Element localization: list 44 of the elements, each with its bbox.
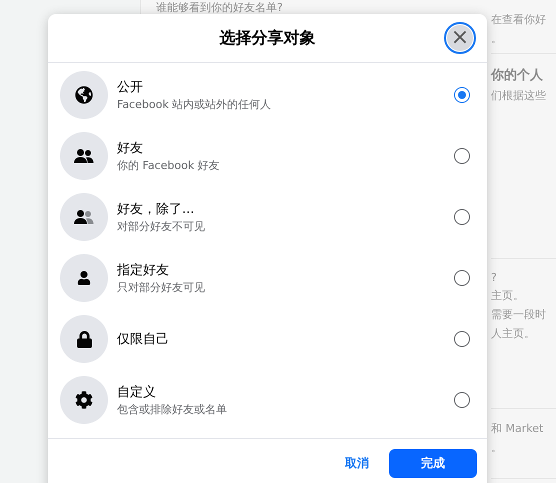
lock-icon	[76, 330, 92, 348]
gear-icon	[75, 391, 93, 409]
background-text: 们根据这些	[491, 88, 547, 103]
background-text: 需要一段时	[491, 307, 547, 322]
close-button[interactable]: ×	[444, 22, 476, 54]
cancel-button[interactable]: 取消	[345, 451, 369, 476]
radio-button[interactable]	[454, 331, 470, 347]
background-text: ?	[491, 271, 498, 284]
audience-option[interactable]: 公开 Facebook 站内或站外的任何人	[60, 71, 475, 119]
option-title: 仅限自己	[117, 331, 170, 348]
radio-button[interactable]	[454, 392, 470, 408]
background-heading: 谁能够看到你的好友名单?	[156, 0, 284, 15]
option-description: Facebook 站内或站外的任何人	[117, 97, 272, 112]
radio-button[interactable]	[454, 209, 470, 225]
audience-option[interactable]: 自定义 包含或排除好友或名单	[60, 376, 475, 424]
option-description: 你的 Facebook 好友	[117, 158, 221, 173]
audience-option[interactable]: 指定好友 只对部分好友可见	[60, 254, 475, 302]
people-icon	[74, 148, 94, 164]
background-text: 和 Market	[491, 421, 544, 436]
option-title: 公开	[117, 79, 144, 96]
background-text: 人主页。	[491, 326, 536, 341]
background-text: 在查看你好	[491, 12, 547, 27]
option-description: 包含或排除好友或名单	[117, 402, 228, 417]
background-text: 。	[491, 31, 503, 46]
audience-option[interactable]: 好友，除了... 对部分好友不可见	[60, 193, 475, 241]
globe-icon	[75, 86, 93, 104]
audience-option[interactable]: 好友 你的 Facebook 好友	[60, 132, 475, 180]
option-description: 只对部分好友可见	[117, 280, 206, 295]
background-text: 。	[491, 440, 503, 455]
done-button[interactable]: 完成	[389, 449, 477, 478]
radio-button[interactable]	[454, 148, 470, 164]
person-icon	[77, 271, 91, 285]
people-icon	[74, 209, 94, 225]
background-text: 你的个人	[491, 67, 544, 84]
radio-button[interactable]	[454, 270, 470, 286]
option-title: 好友，除了...	[117, 201, 196, 218]
radio-button[interactable]	[454, 87, 470, 103]
dialog-title: 选择分享对象	[220, 28, 316, 48]
option-description: 对部分好友不可见	[117, 219, 206, 234]
option-title: 自定义	[117, 384, 157, 401]
background-text: 主页。	[491, 288, 525, 303]
audience-option[interactable]: 仅限自己	[60, 315, 475, 363]
option-title: 指定好友	[117, 262, 170, 279]
option-title: 好友	[117, 140, 144, 157]
